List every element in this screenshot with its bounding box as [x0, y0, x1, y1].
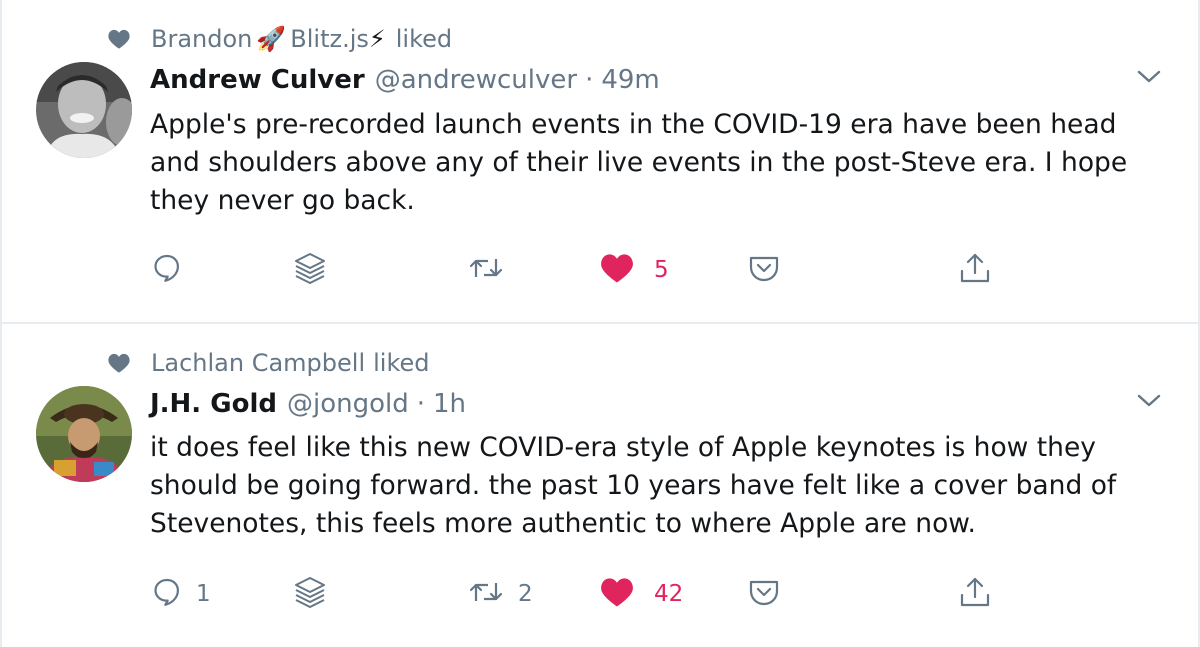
heart-filled-icon	[600, 577, 634, 611]
tweet-header: J.H. Gold @jongold · 1h	[150, 386, 466, 422]
author-handle[interactable]: @jongold	[287, 389, 409, 419]
like-button[interactable]: 5	[600, 250, 669, 290]
tweet-card[interactable]: Brandon 🚀 Blitz.js ⚡ liked Andrew Culver…	[0, 0, 1200, 322]
like-button[interactable]: 42	[600, 574, 683, 614]
social-context-action: liked	[373, 349, 430, 377]
retweet-count: 2	[518, 581, 533, 607]
retweet-icon	[468, 577, 504, 611]
timestamp[interactable]: 1h	[433, 389, 466, 419]
pocket-button[interactable]	[748, 574, 780, 614]
separator-dot: ·	[585, 65, 594, 95]
share-button[interactable]	[958, 250, 992, 290]
social-context-name[interactable]: Brandon	[151, 25, 252, 53]
social-context-name[interactable]: Lachlan Campbell	[151, 349, 365, 377]
layers-icon	[292, 250, 328, 290]
retweet-icon	[468, 253, 504, 287]
tweet-actions: 5	[150, 250, 1160, 290]
reply-button[interactable]	[152, 250, 196, 290]
layers-button[interactable]	[292, 250, 328, 290]
timestamp[interactable]: 49m	[601, 65, 659, 95]
reply-icon	[152, 577, 182, 611]
heart-icon	[108, 352, 130, 374]
reply-icon	[152, 253, 182, 287]
author-name[interactable]: Andrew Culver	[150, 65, 365, 95]
tweet-text: Apple's pre-recorded launch events in th…	[150, 109, 1128, 216]
lightning-emoji: ⚡	[368, 25, 386, 53]
separator-dot: ·	[416, 389, 425, 419]
social-context: Lachlan Campbell liked	[108, 345, 430, 381]
retweet-button[interactable]	[468, 250, 518, 290]
avatar[interactable]	[36, 386, 132, 482]
chevron-down-icon[interactable]	[1136, 392, 1162, 412]
heart-filled-icon	[600, 253, 634, 287]
reply-button[interactable]: 1	[152, 574, 211, 614]
author-name[interactable]: J.H. Gold	[150, 389, 277, 419]
reply-count: 1	[196, 581, 211, 607]
share-icon	[958, 575, 992, 613]
like-count: 5	[654, 257, 669, 283]
pocket-button[interactable]	[748, 250, 780, 290]
pocket-icon	[748, 577, 780, 611]
heart-icon	[108, 28, 130, 50]
share-icon	[958, 251, 992, 289]
pocket-icon	[748, 253, 780, 287]
chevron-down-icon[interactable]	[1136, 68, 1162, 88]
tweet-card[interactable]: Lachlan Campbell liked J.H. Gold @jongol…	[0, 324, 1200, 647]
tweet-text: it does feel like this new COVID-era sty…	[150, 432, 1117, 539]
layers-icon	[292, 574, 328, 614]
tweet-actions: 1 2 42	[150, 574, 1160, 614]
retweet-button[interactable]: 2	[468, 574, 533, 614]
social-context-action: liked	[395, 25, 453, 53]
social-context: Brandon 🚀 Blitz.js ⚡ liked	[108, 21, 452, 57]
author-handle[interactable]: @andrewculver	[375, 65, 577, 95]
rocket-emoji: 🚀	[256, 25, 287, 53]
layers-button[interactable]	[292, 574, 328, 614]
share-button[interactable]	[958, 574, 992, 614]
tweet-header: Andrew Culver @andrewculver · 49m	[150, 62, 660, 98]
social-context-name-suffix[interactable]: Blitz.js	[290, 25, 369, 53]
avatar[interactable]	[36, 62, 132, 158]
like-count: 42	[654, 581, 684, 607]
